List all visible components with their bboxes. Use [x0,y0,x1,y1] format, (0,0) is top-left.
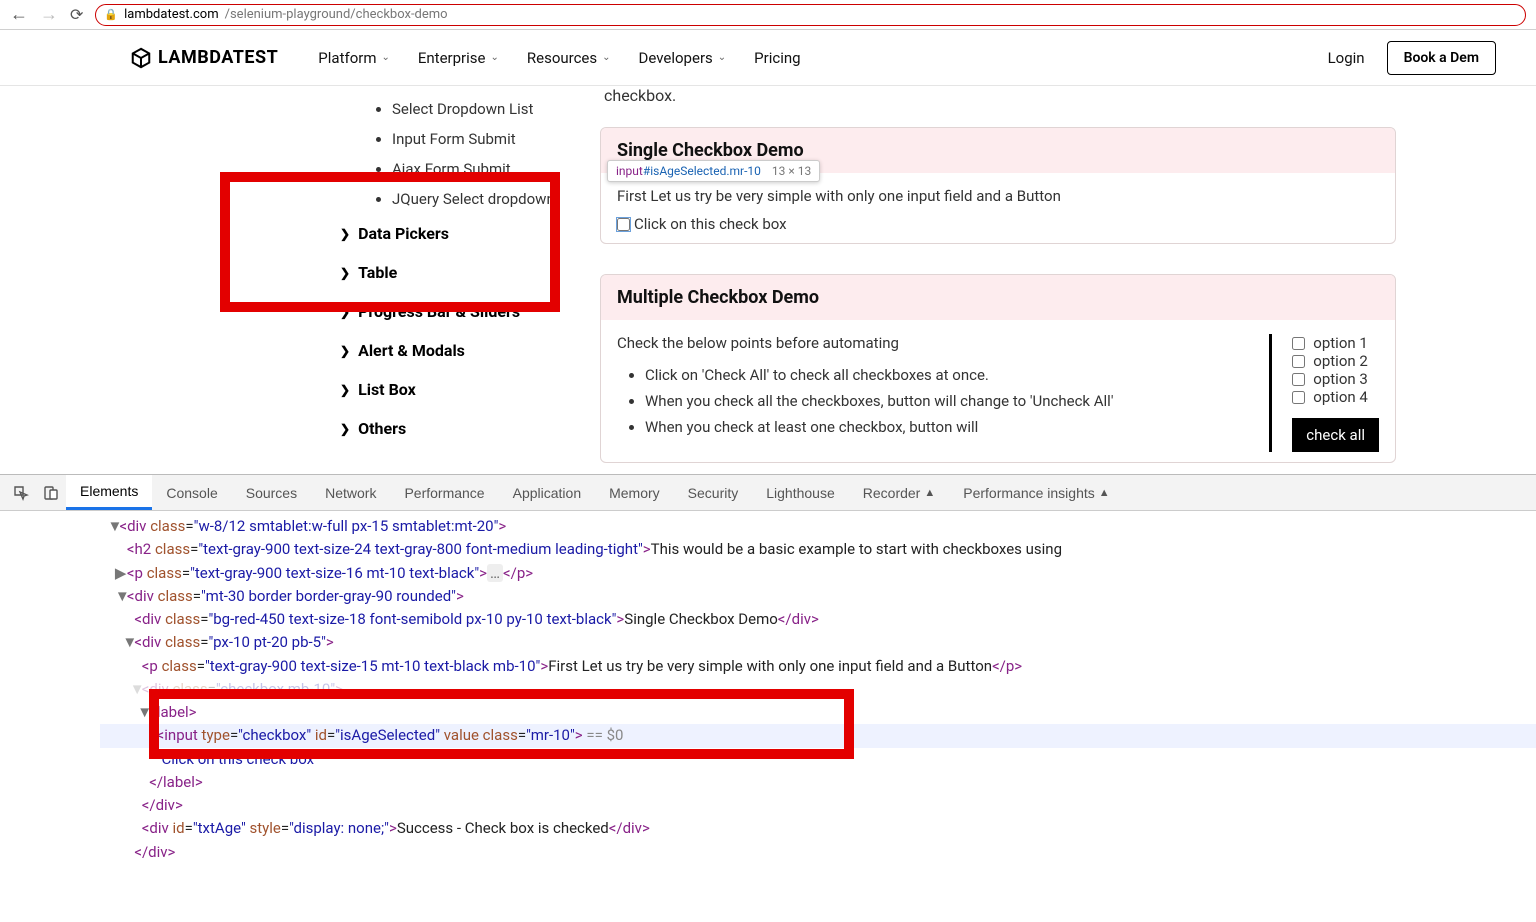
devtools-tab-application[interactable]: Application [499,475,596,510]
devtools-source-line[interactable]: <input type="checkbox" id="isAgeSelected… [100,724,1536,747]
devtools-source-line[interactable]: <p class="text-gray-900 text-size-15 mt-… [100,655,1536,678]
devtools-tab-sources[interactable]: Sources [232,475,311,510]
sidebar-section[interactable]: ❯Data Pickers [340,214,600,253]
chevron-down-icon: ⌄ [381,52,389,63]
nav-item-developers[interactable]: Developers⌄ [639,49,727,67]
devtools-tab-recorder[interactable]: Recorder ▲ [849,475,949,510]
devtools-source-line[interactable]: ▼<div class="px-10 pt-20 pb-5"> [100,631,1536,654]
devtools-tab-lighthouse[interactable]: Lighthouse [752,475,849,510]
beta-icon: ▲ [924,486,935,499]
address-field[interactable]: 🔒 lambdatest.com/selenium-playground/che… [95,4,1526,26]
devtools-tab-network[interactable]: Network [311,475,390,510]
multiple-checkbox-bullet: When you check all the checkboxes, butto… [645,388,1239,414]
inspector-tooltip: input#isAgeSelected.mr-10 13 × 13 [607,160,820,182]
sidebar-item[interactable]: Ajax Form Submit [392,154,600,184]
devtools-source-line[interactable]: </div> [100,841,1536,864]
single-checkbox-input[interactable] [617,218,630,231]
single-checkbox-text: Click on this check box [634,215,787,233]
nav-item-pricing[interactable]: Pricing [754,49,800,67]
devtools-tab-elements[interactable]: Elements [66,475,152,510]
chevron-right-icon: ❯ [340,422,350,436]
playground-sidebar: Select Dropdown ListInput Form SubmitAja… [340,86,600,474]
sidebar-section[interactable]: ❯Progress Bar & Sliders [340,292,600,331]
url-host: lambdatest.com [124,7,219,22]
devtools-tab-performance-insights[interactable]: Performance insights ▲ [949,475,1123,510]
multiple-checkbox-bullet: Click on 'Check All' to check all checkb… [645,362,1239,388]
option-checkbox[interactable] [1292,337,1305,350]
devtools-source-line[interactable]: </label> [100,771,1536,794]
sidebar-item[interactable]: Select Dropdown List [392,94,600,124]
multiple-checkbox-option[interactable]: option 4 [1292,388,1379,406]
devtools-source-line[interactable]: ▼<div class="w-8/12 smtablet:w-full px-1… [100,515,1536,538]
devtools-device-icon[interactable] [36,475,66,510]
brand-logo[interactable]: LAMBDATEST [130,47,278,69]
multiple-checkbox-panel: Multiple Checkbox Demo Check the below p… [600,274,1396,463]
devtools-source-line[interactable]: </div> [100,794,1536,817]
multiple-checkbox-title: Multiple Checkbox Demo [601,275,1395,320]
login-link[interactable]: Login [1328,49,1365,67]
beta-icon: ▲ [1099,486,1110,499]
sidebar-item[interactable]: Input Form Submit [392,124,600,154]
browser-url-bar: ← → ⟳ 🔒 lambdatest.com/selenium-playgrou… [0,0,1536,30]
devtools-source-line[interactable]: ▼<div class="checkbox mb-10"> [100,678,1536,701]
lock-icon: 🔒 [104,8,118,21]
multiple-checkbox-option[interactable]: option 3 [1292,370,1379,388]
nav-item-resources[interactable]: Resources⌄ [527,49,611,67]
brand-mark-icon [130,47,152,69]
devtools-source-line[interactable]: <div class="bg-red-450 text-size-18 font… [100,608,1536,631]
chevron-right-icon: ❯ [340,305,350,319]
devtools-source-line[interactable]: ▶<p class="text-gray-900 text-size-16 mt… [100,562,1536,585]
devtools-tab-performance[interactable]: Performance [390,475,498,510]
devtools-source-line[interactable]: ▼<label> [100,701,1536,724]
devtools-panel: ElementsConsoleSourcesNetworkPerformance… [0,474,1536,922]
site-header: LAMBDATEST Platform⌄ Enterprise⌄ Resources… [0,30,1536,86]
multiple-checkbox-option[interactable]: option 1 [1292,334,1379,352]
intro-text-tail: checkbox. [604,86,1396,105]
single-checkbox-panel: Single Checkbox Demo input#isAgeSelected… [600,127,1396,244]
chevron-right-icon: ❯ [340,344,350,358]
chevron-right-icon: ❯ [340,383,350,397]
sidebar-section[interactable]: ❯Alert & Modals [340,331,600,370]
single-checkbox-label[interactable]: Click on this check box [617,215,1379,233]
sidebar-item[interactable]: JQuery Select dropdown [392,184,600,214]
option-checkbox[interactable] [1292,355,1305,368]
url-path: /selenium-playground/checkbox-demo [225,7,448,22]
book-demo-button[interactable]: Book a Dem [1387,41,1496,75]
option-checkbox[interactable] [1292,373,1305,386]
option-checkbox[interactable] [1292,391,1305,404]
chevron-down-icon: ⌄ [602,52,610,63]
nav-item-enterprise[interactable]: Enterprise⌄ [418,49,499,67]
check-all-button[interactable]: check all [1292,418,1379,452]
devtools-source-line[interactable]: "Click on this check box" [100,748,1536,771]
sidebar-section[interactable]: ❯List Box [340,370,600,409]
back-icon[interactable]: ← [10,4,28,25]
sidebar-section[interactable]: ❯Others [340,409,600,448]
chevron-down-icon: ⌄ [490,52,498,63]
multiple-checkbox-lead: Check the below points before automating [617,334,1239,352]
single-checkbox-lead: First Let us try be very simple with onl… [617,187,1379,205]
forward-icon[interactable]: → [40,4,58,25]
multiple-checkbox-option[interactable]: option 2 [1292,352,1379,370]
devtools-tab-console[interactable]: Console [152,475,231,510]
tooltip-selector-idcls: #isAgeSelected.mr-10 [643,164,761,178]
devtools-source-line[interactable]: <div id="txtAge" style="display: none;">… [100,817,1536,840]
sidebar-section[interactable]: ❯Table [340,253,600,292]
multiple-checkbox-bullet: When you check at least one checkbox, bu… [645,414,1239,440]
chevron-right-icon: ❯ [340,266,350,280]
chevron-down-icon: ⌄ [718,52,726,63]
devtools-source-line[interactable]: <h2 class="text-gray-900 text-size-24 te… [100,538,1536,561]
devtools-source-line[interactable]: ▼<div class="mt-30 border border-gray-90… [100,585,1536,608]
devtools-tab-security[interactable]: Security [674,475,753,510]
tooltip-selector-tag: input [616,164,643,178]
devtools-inspect-icon[interactable] [6,475,36,510]
nav-item-platform[interactable]: Platform⌄ [318,49,390,67]
brand-text: LAMBDATEST [158,47,278,68]
reload-icon[interactable]: ⟳ [70,5,83,24]
tooltip-dims: 13 × 13 [772,164,811,178]
chevron-right-icon: ❯ [340,227,350,241]
devtools-tab-memory[interactable]: Memory [595,475,674,510]
